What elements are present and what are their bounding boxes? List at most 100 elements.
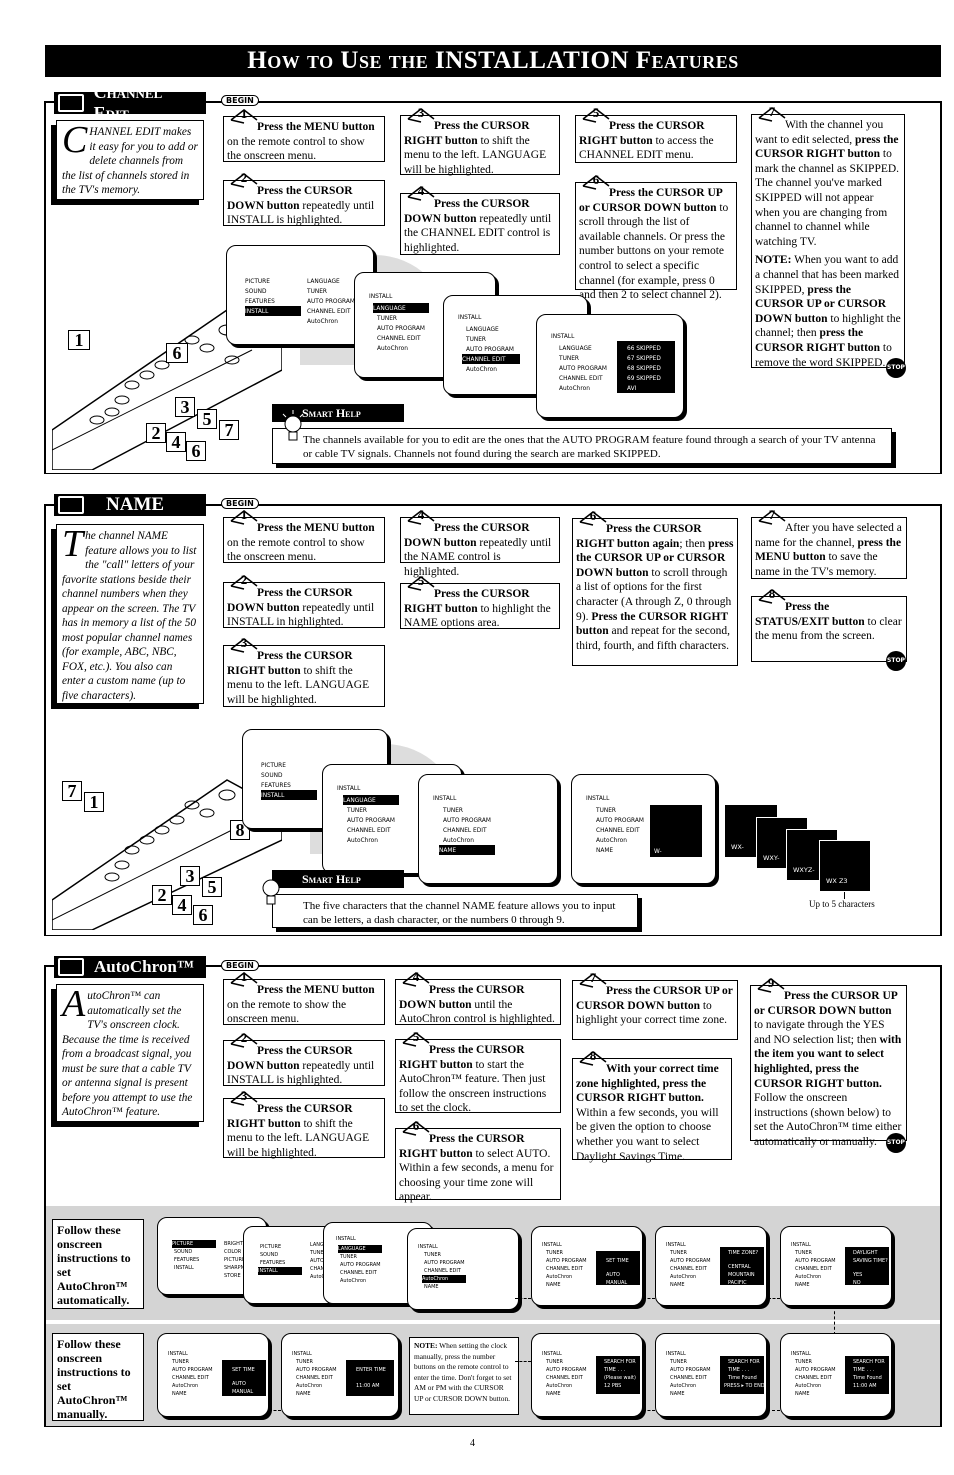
autochron-step-1: 1 Press the MENU button on the remote to…: [223, 969, 385, 1025]
autochron-step-5: 5 Press the CURSOR RIGHT button to start…: [395, 1029, 561, 1114]
autochron-intro: AutoChron™ can automatically set the TV'…: [56, 984, 204, 1122]
step-number-badge: 7: [758, 104, 786, 122]
channel-edit-step-5: 5 Press the CURSOR RIGHT button to acces…: [575, 105, 737, 163]
manual-instructions-label: Follow these onscreen instructions to se…: [52, 1333, 144, 1421]
stop-icon: STOP: [886, 1133, 906, 1153]
remote-callout-1: 1: [68, 330, 90, 350]
page-number: 4: [470, 1438, 475, 1449]
tv-screen-enter-time: INSTALL TUNER AUTO PROGRAM CHANNEL EDIT …: [281, 1333, 399, 1417]
autochron-step-8: 8 With your correct time zone highlighte…: [572, 1048, 732, 1163]
channel-edit-heading: Channel Edit: [54, 82, 206, 123]
name-step-7: 7 After you have selected a name for the…: [751, 507, 907, 579]
name-heading: NAME: [54, 494, 206, 516]
step-number-badge: 6: [582, 172, 610, 190]
tv-icon: [58, 94, 84, 112]
name-step-3: 3 Press the CURSOR RIGHT button to shift…: [223, 635, 385, 707]
step-number-badge: 7: [758, 507, 786, 525]
tv-icon: [58, 958, 84, 976]
name-step-8: 8 Press the STATUS/EXIT button to clear …: [751, 586, 907, 662]
channel-edit-step-3: 3 Press the CURSOR RIGHT button to shift…: [400, 105, 560, 176]
tv-screen-install-name: INSTALL TUNER AUTO PROGRAM CHANNEL EDIT …: [418, 774, 558, 884]
step-number-badge: 3: [230, 635, 258, 653]
tv-screen-time-set: INSTALL TUNER AUTO PROGRAM CHANNEL EDIT …: [780, 1333, 892, 1417]
channel-edit-step-2: 2 Press the CURSOR DOWN button repeatedl…: [223, 170, 385, 226]
tv-screen-name-entry: INSTALL TUNER AUTO PROGRAM CHANNEL EDIT …: [571, 774, 716, 884]
step-number-badge: 5: [582, 105, 610, 123]
stop-icon: STOP: [886, 651, 906, 671]
name-step-2: 2 Press the CURSOR DOWN button repeatedl…: [223, 572, 385, 628]
flow-arrow: [768, 1298, 780, 1299]
remote-callout-2: 2: [146, 423, 166, 443]
step-number-badge: 2: [230, 1030, 258, 1048]
step-number-badge: 4: [407, 507, 435, 525]
remote-callout-3: 3: [180, 866, 200, 886]
remote-callout-7: 7: [219, 420, 239, 440]
step-number-badge: 3: [230, 1088, 258, 1106]
step-number-badge: 1: [230, 106, 258, 124]
tv-screen-daylight-saving: INSTALL TUNER AUTO PROGRAM CHANNEL EDIT …: [780, 1226, 892, 1306]
remote-callout-6: 6: [193, 905, 213, 925]
remote-callout-1: 1: [84, 792, 104, 812]
begin-badge: BEGIN: [221, 95, 259, 106]
tv-screen-main-menu: PICTURE SOUND FEATURES INSTALL LANGUAGE …: [226, 245, 374, 345]
tv-screen-time-found: INSTALL TUNER AUTO PROGRAM CHANNEL EDIT …: [655, 1333, 767, 1417]
autochron-step-4: 4 Press the CURSOR DOWN button until the…: [395, 969, 561, 1025]
flow-arrow: [515, 1298, 531, 1299]
tv-screen-install-autochron: INSTALL TUNER AUTO PROGRAM CHANNEL EDIT …: [407, 1228, 519, 1310]
name-step-5: 5 Press the CURSOR RIGHT button to highl…: [400, 573, 560, 629]
step-number-badge: 8: [758, 586, 786, 604]
remote-callout-4: 4: [166, 432, 186, 452]
channel-edit-smart-help-body: The channels available for you to edit a…: [272, 428, 892, 464]
name-step-6: 6 Press the CURSOR RIGHT button again; t…: [572, 508, 738, 666]
flow-arrow: [767, 1410, 780, 1411]
step-number-badge: 6: [579, 508, 607, 526]
lightbulb-icon: [262, 879, 280, 905]
name-smart-help-title: Smart Help: [272, 870, 404, 888]
flow-arrow: [643, 1298, 655, 1299]
step-number-badge: 2: [230, 170, 258, 188]
step-number-badge: 4: [407, 183, 435, 201]
remote-callout-5: 5: [197, 409, 217, 429]
page-title: How to Use the INSTALLATION Features: [45, 45, 941, 77]
remote-callout-3: 3: [175, 397, 195, 417]
name-smart-help-body: The five characters that the channel NAM…: [272, 894, 638, 928]
step-number-badge: 5: [402, 1029, 430, 1047]
step-number-badge: 7: [579, 970, 607, 988]
tv-screen-set-time: INSTALL TUNER AUTO PROGRAM CHANNEL EDIT …: [531, 1226, 643, 1306]
flow-arrow: [643, 1410, 655, 1411]
autochron-step-9: 9 Press the CURSOR UP or CURSOR DOWN but…: [750, 975, 907, 1148]
channel-edit-step-7: 7 With the channel you want to edit sele…: [751, 104, 905, 369]
step-number-badge: 1: [230, 507, 258, 525]
name-entry-final: WX Z3: [819, 840, 871, 892]
autochron-step-3: 3 Press the CURSOR RIGHT button to shift…: [223, 1088, 385, 1159]
name-intro: The channel NAME feature allows you to l…: [56, 524, 204, 704]
tv-screen-channel-list: INSTALL LANGUAGE TUNER AUTO PROGRAM CHAN…: [536, 314, 684, 418]
step-number-badge: 5: [407, 573, 435, 591]
remote-callout-6b: 6: [186, 441, 206, 461]
step-number-badge: 3: [407, 105, 435, 123]
remote-callout-5: 5: [202, 877, 222, 897]
name-step-4: 4 Press the CURSOR DOWN button repeatedl…: [400, 507, 560, 578]
name-step-1: 1 Press the MENU button on the remote co…: [223, 507, 385, 563]
tv-screen-search-wait: INSTALL TUNER AUTO PROGRAM CHANNEL EDIT …: [531, 1333, 643, 1417]
tv-icon: [58, 496, 84, 514]
channel-edit-intro: C HANNEL EDIT makes it easy for you to ad…: [56, 120, 204, 200]
manual-time-note: NOTE: When setting the clock manually, p…: [409, 1337, 519, 1415]
up-to-5-characters-caption: Up to 5 characters: [809, 899, 875, 909]
step-number-badge: 8: [579, 1048, 607, 1066]
autochron-heading: AutoChron™: [54, 956, 206, 978]
flow-arrow: [515, 1361, 531, 1362]
autochron-step-6: 6 Press the CURSOR RIGHT button to selec…: [395, 1118, 561, 1203]
autochron-step-7: 7 Press the CURSOR UP or CURSOR DOWN but…: [572, 970, 738, 1040]
channel-edit-step-1: 1 Press the MENU button on the remote co…: [223, 106, 385, 162]
channel-edit-step-6: 6 Press the CURSOR UP or CURSOR DOWN but…: [575, 172, 737, 301]
remote-callout-6: 6: [166, 343, 188, 363]
flow-arrow: [269, 1410, 281, 1411]
step-number-badge: 6: [402, 1118, 430, 1136]
auto-instructions-label: Follow these onscreen instructions to se…: [52, 1219, 144, 1309]
lightbulb-icon: [282, 410, 304, 441]
remote-callout-4: 4: [172, 895, 192, 915]
name-entry-pointer: [844, 892, 845, 899]
remote-callout-2: 2: [152, 885, 172, 905]
step-number-badge: 9: [757, 975, 785, 993]
